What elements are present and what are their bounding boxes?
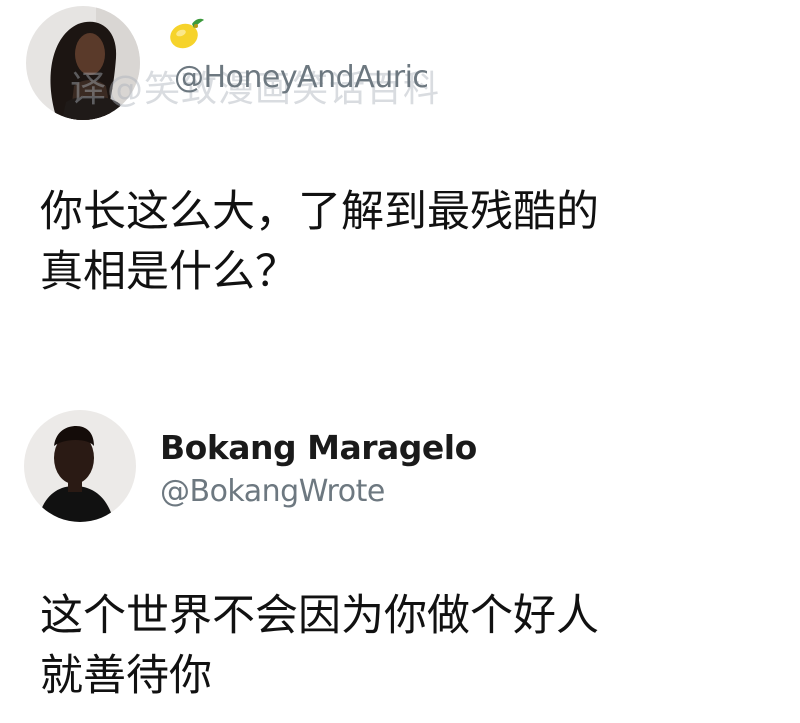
woman-portrait-icon (26, 6, 140, 120)
man-portrait-icon (24, 410, 136, 522)
user-handle[interactable]: @HoneyAndAuric (174, 60, 429, 95)
user-display-name[interactable]: Bokang Maragelo (160, 428, 477, 467)
lemon-emoji-icon (166, 12, 206, 52)
post-text: 你长这么大，了解到最残酷的 真相是什么？ (40, 187, 599, 297)
post-text: 这个世界不会因为你做个好人 就善待你 (40, 591, 599, 701)
user-avatar-bokangwrote[interactable] (24, 410, 136, 522)
user-avatar-honeyandauric[interactable] (26, 6, 140, 120)
user-handle[interactable]: @BokangWrote (160, 474, 385, 509)
screenshot-page: 译@笑致漫画笑话百科 @HoneyAndAuric 你长这么大，了解到最残酷的 … (0, 0, 800, 723)
